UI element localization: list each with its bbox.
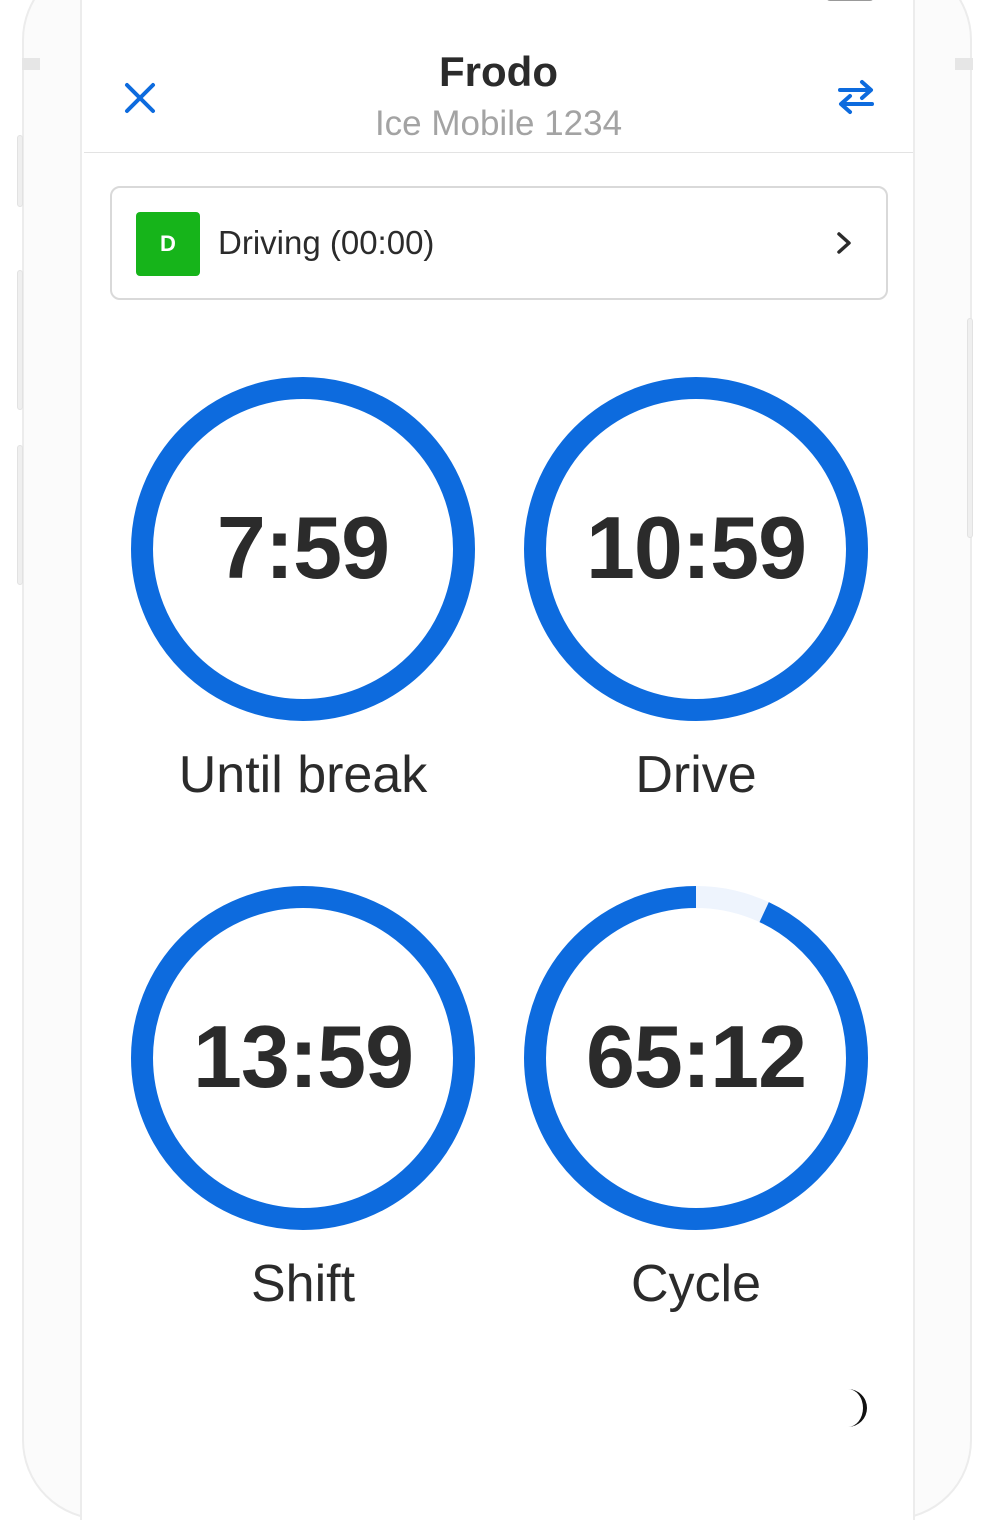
gauge-value: 7:59: [216, 498, 390, 597]
duty-status-text: Driving (00:00): [218, 224, 435, 261]
mute-switch: [17, 135, 23, 207]
moon-icon: [848, 1389, 867, 1427]
gauge-label: Drive: [635, 746, 757, 804]
gauge-label: Shift: [250, 1255, 356, 1313]
gauge-value: 65:12: [585, 1007, 807, 1106]
vehicle-name: Ice Mobile 1234: [374, 104, 623, 143]
gauge-value: 10:59: [585, 498, 807, 597]
status-bar-icons: [827, 0, 873, 1]
switch-vehicle-button[interactable]: [830, 76, 882, 120]
gauge-value: 13:59: [192, 1007, 414, 1106]
frame-band: [22, 58, 40, 70]
app-header: Frodo Ice Mobile 1234: [84, 40, 913, 153]
gauge-until-break: 7:59 Until break: [131, 377, 475, 837]
chevron-right-icon: [837, 232, 851, 254]
volume-down-button: [17, 445, 23, 585]
duty-status-card[interactable]: D Driving (00:00): [110, 186, 888, 300]
volume-up-button: [17, 270, 23, 410]
gauge-drive: 10:59 Drive: [524, 377, 868, 837]
theme-toggle-button[interactable]: [836, 1386, 876, 1430]
gauge-cycle: 65:12 Cycle: [524, 886, 868, 1346]
swap-arrows-icon: [838, 80, 874, 114]
driver-name: Frodo: [439, 48, 558, 95]
power-button: [967, 318, 973, 538]
gauge-label: Cycle: [630, 1255, 762, 1313]
gauge-shift: 13:59 Shift: [131, 886, 475, 1346]
frame-band: [955, 58, 973, 70]
gauge-label: Until break: [178, 746, 428, 804]
duty-status-badge: D: [136, 212, 200, 276]
